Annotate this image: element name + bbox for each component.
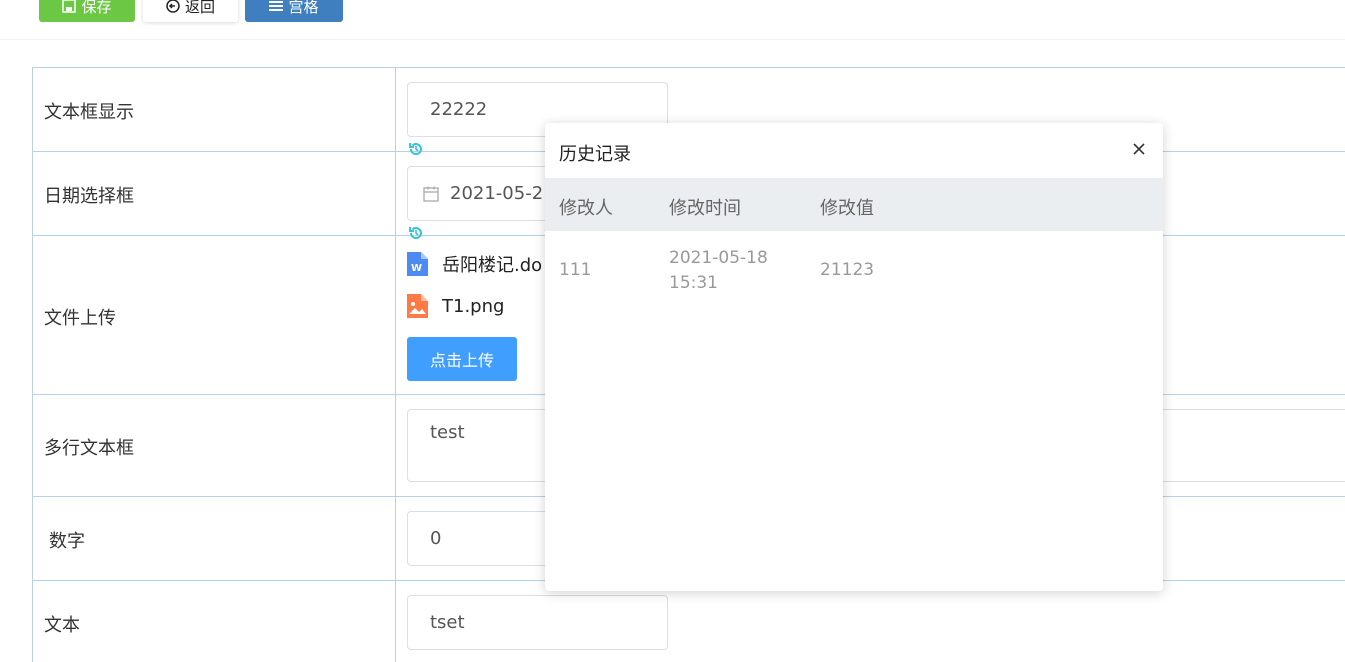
- text-input[interactable]: tset: [407, 595, 668, 650]
- row-label-date: 日期选择框: [44, 186, 134, 207]
- row-label-textbox: 文本框显示: [44, 102, 134, 123]
- row-label-upload: 文件上传: [44, 308, 116, 329]
- file-name: 岳阳楼记.do: [442, 255, 543, 276]
- column-header-time: 修改时间: [669, 198, 741, 219]
- upload-button[interactable]: 点击上传: [407, 337, 517, 381]
- toolbar-divider: [0, 39, 1345, 40]
- back-button[interactable]: 返回: [143, 0, 238, 22]
- back-arrow-icon: [166, 0, 180, 13]
- popup-title: 历史记录: [559, 144, 631, 165]
- row-label-textarea: 多行文本框: [44, 438, 134, 459]
- cell-user: 111: [559, 260, 592, 280]
- number-input[interactable]: 0: [407, 511, 567, 566]
- history-popup: 历史记录 修改人 修改时间 修改值 111 2021-05-18 15:31 2…: [545, 123, 1163, 591]
- file-item[interactable]: W 岳阳楼记.do: [407, 251, 542, 277]
- cell-time-clock: 15:31: [669, 273, 718, 293]
- close-icon[interactable]: [1129, 139, 1149, 159]
- history-icon[interactable]: [407, 140, 425, 158]
- save-button[interactable]: 保存: [39, 0, 135, 22]
- file-name: T1.png: [442, 295, 505, 317]
- history-table-header: 修改人 修改时间 修改值: [545, 178, 1163, 231]
- column-header-user: 修改人: [559, 198, 613, 219]
- calendar-icon: [423, 186, 439, 202]
- save-label: 保存: [81, 0, 112, 16]
- back-label: 返回: [184, 0, 215, 16]
- date-value: 2021-05-2: [450, 183, 544, 204]
- list-icon: [269, 1, 284, 11]
- row-label-text: 文本: [44, 615, 80, 636]
- history-icon[interactable]: [407, 224, 425, 242]
- column-header-value: 修改值: [820, 198, 874, 219]
- row-label-number: 数字: [49, 531, 85, 552]
- grid-label: 宫格: [288, 0, 319, 16]
- grid-button[interactable]: 宫格: [245, 0, 343, 22]
- svg-text:W: W: [411, 263, 422, 274]
- cell-time-date: 2021-05-18: [669, 248, 768, 268]
- image-file-icon: [407, 294, 428, 318]
- file-item[interactable]: T1.png: [407, 294, 504, 318]
- save-icon: [62, 0, 77, 13]
- cell-value: 21123: [820, 260, 875, 280]
- word-file-icon: W: [407, 252, 428, 276]
